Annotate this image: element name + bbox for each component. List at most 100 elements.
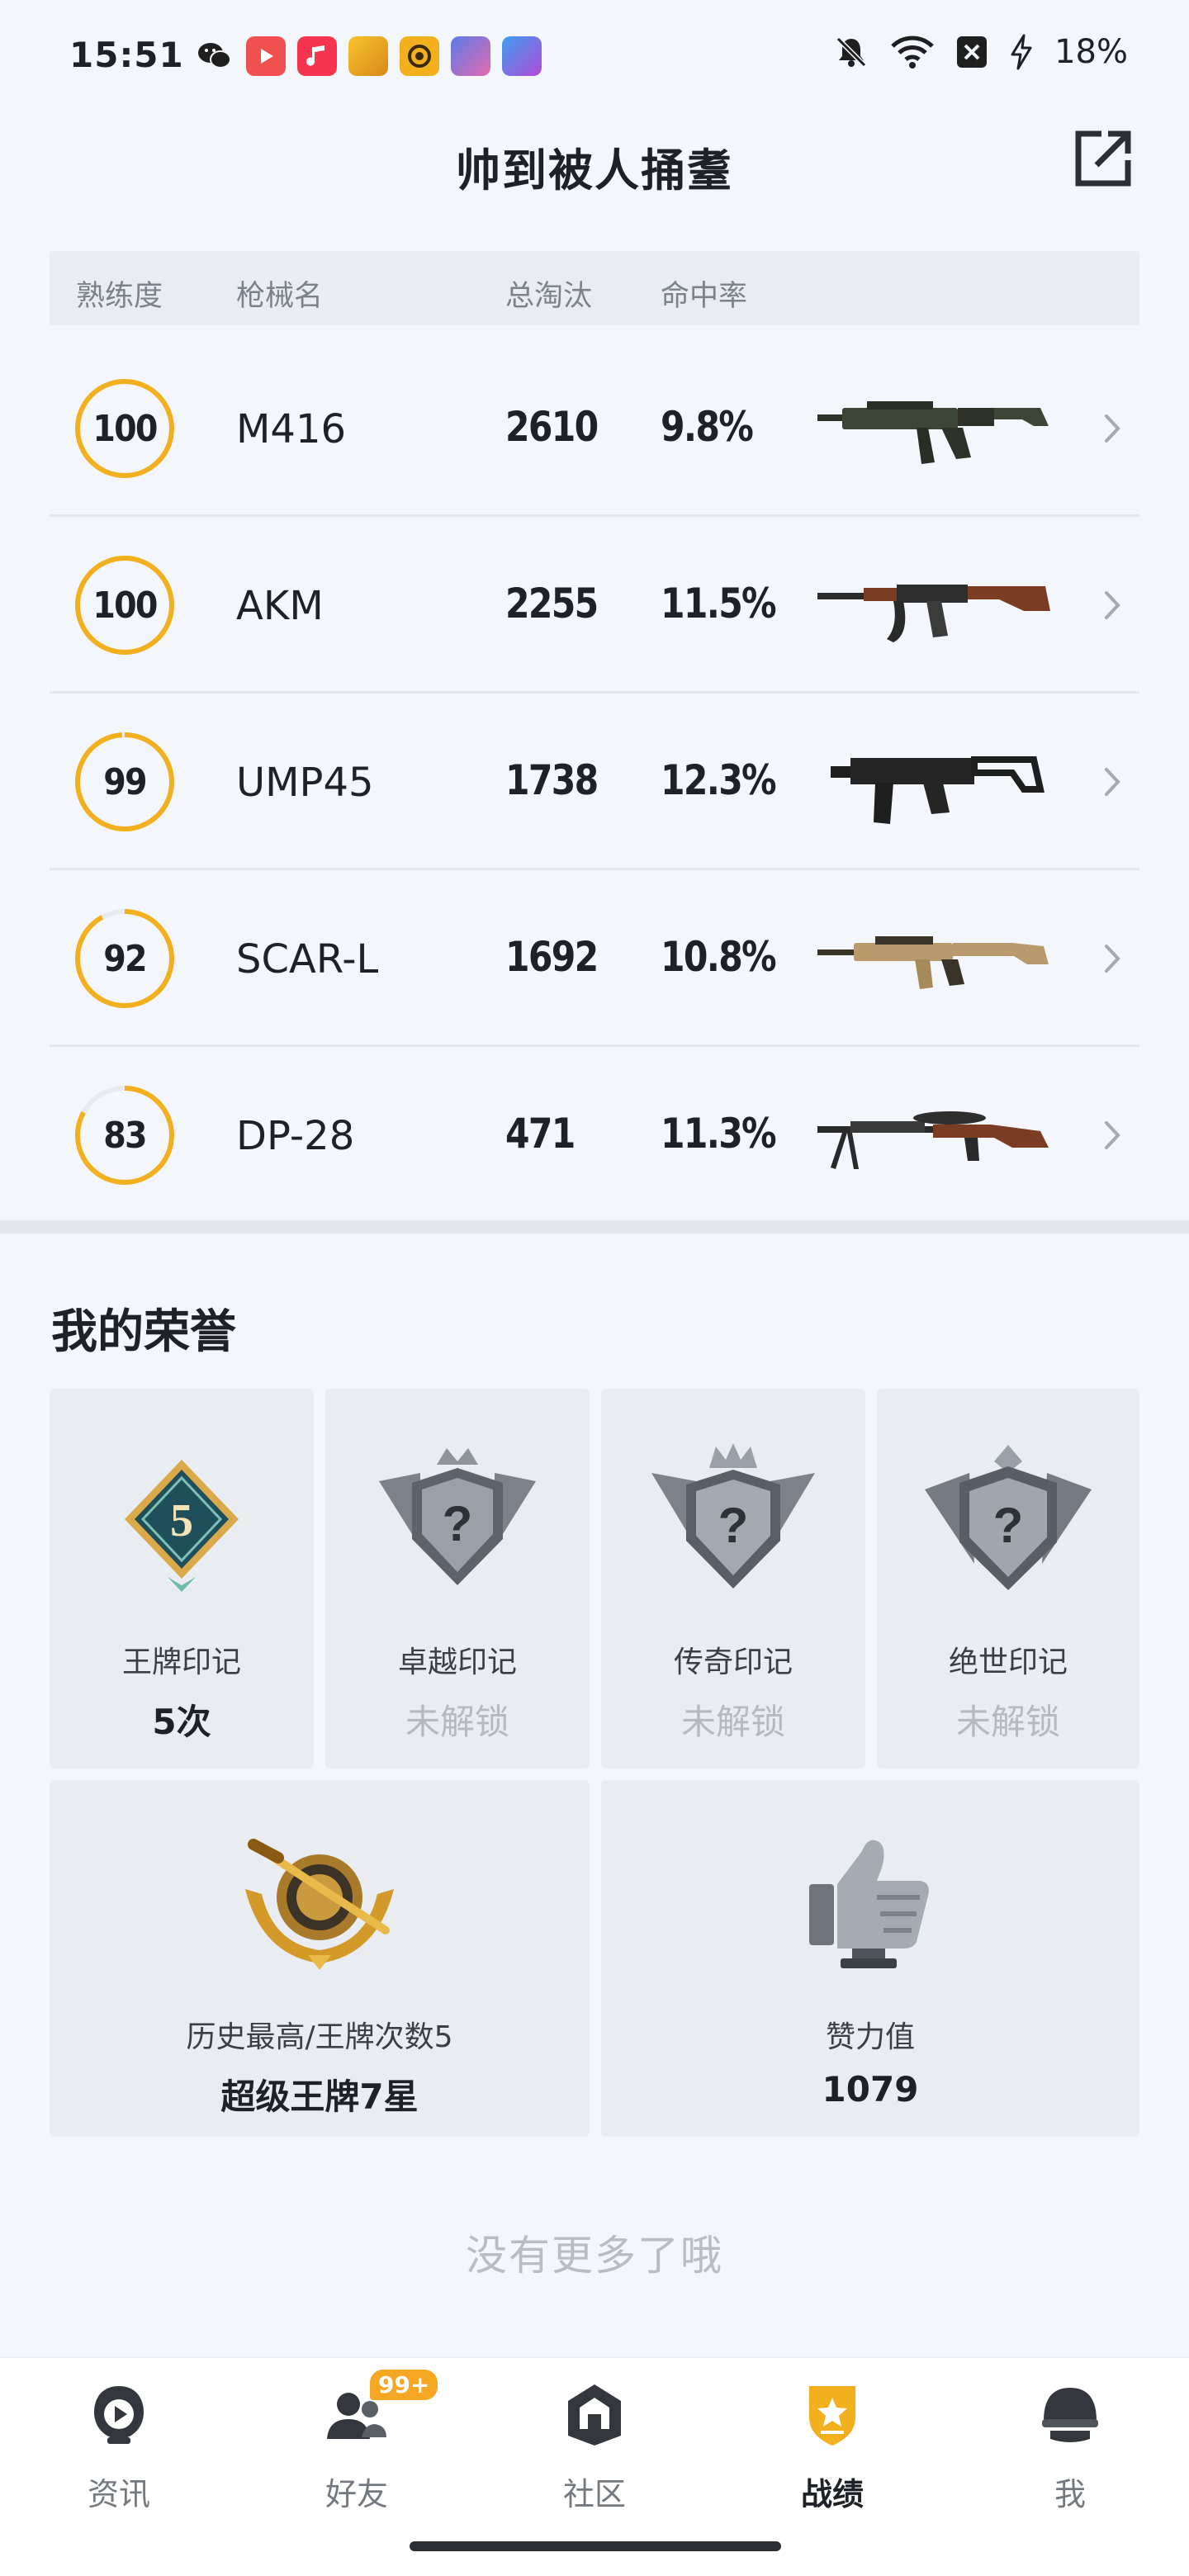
friends-badge: 99+: [370, 2370, 438, 2400]
weapon-accuracy: 11.3%: [661, 1110, 777, 1158]
rifle-akm-icon: [817, 585, 1050, 642]
weapon-kills: 2610: [505, 403, 599, 451]
svg-text:?: ?: [993, 1498, 1024, 1553]
weapon-records-screen: 15:51 18% 帅到被人捅耋 熟练度 枪械名 总淘汰 命中率 100 M41…: [0, 0, 1189, 2576]
smg-ump45-icon: [831, 756, 1045, 824]
nav-label: 我: [1054, 2476, 1086, 2512]
column-accuracy: 命中率: [661, 280, 748, 313]
community-icon: [568, 2384, 621, 2446]
honor-mark-value: 未解锁: [680, 1702, 785, 1742]
chevron-right-icon: [1105, 768, 1120, 796]
battery-level: 18%: [1054, 33, 1128, 71]
music-app-icon: [297, 36, 337, 76]
column-weapon-name: 枪械名: [236, 280, 324, 313]
weapon-name: DP-28: [236, 1113, 355, 1159]
weapon-kills: 1692: [505, 933, 599, 981]
nav-label: 好友: [324, 2476, 388, 2512]
nav-item-me[interactable]: 我: [951, 2358, 1189, 2523]
honor-mark-value: 未解锁: [955, 1702, 1060, 1742]
rifle-scarl-icon: [817, 936, 1049, 989]
news-play-icon: [94, 2386, 144, 2444]
weapon-name: AKM: [236, 583, 324, 629]
super-ace-tier-emblem-icon: [245, 1839, 394, 1970]
helmet-profile-icon: [1042, 2388, 1098, 2442]
honor-mark-value: 5次: [152, 1702, 211, 1742]
column-proficiency: 熟练度: [76, 280, 163, 313]
peerless-mark-locked-icon: ?: [925, 1445, 1092, 1590]
weapon-name: M416: [236, 406, 347, 452]
honor-mark-card[interactable]: ? 传奇印记 未解锁: [601, 1389, 865, 1769]
lmg-dp28-icon: [817, 1111, 1049, 1169]
highest-tier-value: 超级王牌7星: [220, 2076, 419, 2117]
notification-icons: [195, 36, 542, 76]
weapon-row[interactable]: 99 UMP45 1738 12.3%: [50, 694, 1139, 870]
section-divider: [0, 1220, 1189, 1234]
likes-card[interactable]: 赞力值 1079: [601, 1780, 1139, 2137]
game-app-icon: [348, 36, 388, 76]
weapon-accuracy: 11.5%: [661, 580, 777, 627]
svg-text:?: ?: [718, 1498, 749, 1553]
honor-mark-value: 未解锁: [405, 1702, 509, 1742]
weapon-row[interactable]: 83 DP-28 471 11.3%: [50, 1047, 1139, 1224]
weapon-accuracy: 9.8%: [661, 403, 754, 451]
likes-label: 赞力值: [825, 2020, 915, 2054]
proficiency-value: 100: [92, 584, 158, 627]
rifle-m416-icon: [817, 401, 1049, 464]
proficiency-value: 92: [103, 937, 147, 980]
end-of-list-message: 没有更多了哦: [466, 2232, 723, 2280]
nav-label: 资讯: [87, 2476, 150, 2512]
nav-item-records[interactable]: 战绩: [713, 2358, 951, 2523]
weapon-kills: 2255: [505, 580, 599, 627]
game-app-icon: [502, 36, 542, 76]
weapon-row[interactable]: 92 SCAR-L 1692 10.8%: [50, 870, 1139, 1047]
legend-mark-locked-icon: ?: [651, 1443, 815, 1589]
chevron-right-icon: [1105, 414, 1120, 443]
honor-mark-card[interactable]: ? 卓越印记 未解锁: [325, 1389, 590, 1769]
weapon-row[interactable]: 100 AKM 2255 11.5%: [50, 517, 1139, 694]
honor-mark-card[interactable]: ? 绝世印记 未解锁: [877, 1389, 1139, 1769]
nav-label: 社区: [562, 2476, 626, 2512]
proficiency-value: 99: [103, 760, 147, 803]
status-time: 15:51: [69, 35, 184, 75]
wifi-icon: [891, 36, 934, 69]
wechat-icon: [195, 36, 234, 76]
ace-mark-number: 5: [170, 1495, 193, 1546]
chevron-right-icon: [1105, 945, 1120, 973]
honor-mark-label: 传奇印记: [673, 1646, 793, 1679]
svg-text:?: ?: [443, 1496, 473, 1551]
ace-mark-badge-icon: 5: [125, 1460, 239, 1592]
nav-item-community[interactable]: 社区: [476, 2358, 713, 2523]
column-total-kills: 总淘汰: [505, 280, 593, 313]
weapon-kills: 1738: [505, 756, 599, 804]
weapon-row[interactable]: 100 M416 2610 9.8%: [50, 340, 1139, 517]
weapon-name: SCAR-L: [236, 936, 379, 983]
video-app-icon: [246, 36, 286, 76]
chevron-right-icon: [1105, 591, 1120, 619]
chevron-right-icon: [1105, 1121, 1120, 1149]
share-external-icon[interactable]: [1068, 124, 1138, 193]
highest-tier-card[interactable]: 历史最高/王牌次数5 超级王牌7星: [50, 1780, 590, 2137]
game-app-icon: [451, 36, 490, 76]
honors-title: 我的荣誉: [51, 1305, 236, 1359]
nav-label: 战绩: [800, 2476, 864, 2512]
nav-item-news[interactable]: 资讯: [0, 2358, 238, 2523]
likes-value: 1079: [822, 2069, 919, 2110]
nav-item-friends[interactable]: 99+ 好友: [238, 2358, 476, 2523]
proficiency-value: 100: [92, 407, 158, 450]
honor-mark-label: 卓越印记: [397, 1646, 517, 1679]
honor-mark-label: 王牌印记: [121, 1646, 241, 1679]
thumbs-up-trophy-icon: [809, 1840, 929, 1968]
weapon-kills: 471: [505, 1110, 576, 1158]
charging-icon: [1011, 34, 1032, 70]
status-icons: 18%: [833, 33, 1128, 71]
sim-off-icon: [957, 36, 988, 68]
proficiency-value: 83: [103, 1114, 147, 1157]
bell-muted-icon: [836, 36, 867, 68]
record-badge-icon: [809, 2386, 855, 2446]
highest-tier-label: 历史最高/王牌次数5: [186, 2020, 453, 2054]
excellence-mark-locked-icon: ?: [379, 1448, 536, 1585]
home-indicator[interactable]: [410, 2541, 781, 2551]
page-title: 帅到被人捅耋: [456, 144, 733, 197]
honor-mark-card[interactable]: 5 王牌印记 5次: [50, 1389, 314, 1769]
game-app-icon: [400, 36, 439, 76]
